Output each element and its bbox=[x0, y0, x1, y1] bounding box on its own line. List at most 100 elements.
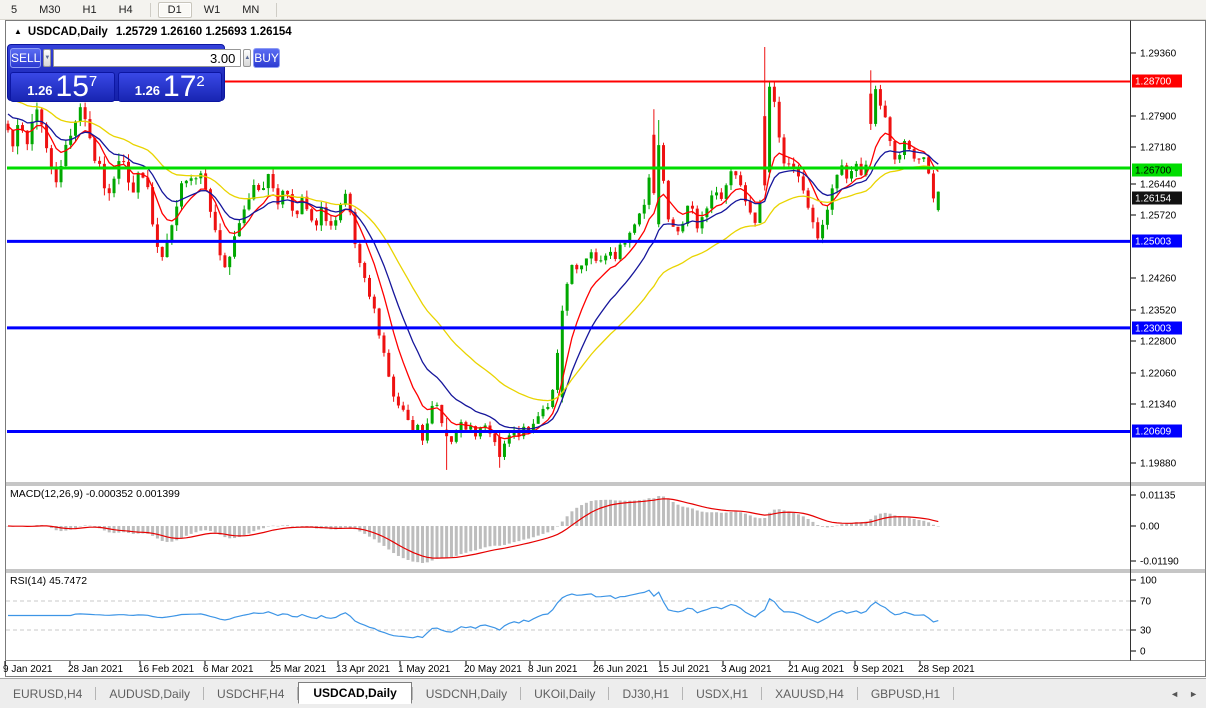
toolbar-separator bbox=[276, 2, 278, 17]
price-tick-label: 1.25720 bbox=[1140, 211, 1177, 222]
macd-histogram-bar bbox=[666, 499, 670, 526]
candle-up bbox=[936, 191, 940, 211]
price-badge-label: 1.26154 bbox=[1135, 194, 1172, 205]
tab-scroll-left-icon[interactable]: ◄ bbox=[1170, 689, 1179, 699]
candle-down bbox=[869, 93, 873, 124]
buy-quote[interactable]: 1.26 17 2 bbox=[117, 72, 222, 102]
price-badge-label: 1.25003 bbox=[1135, 237, 1172, 248]
candle-down bbox=[83, 107, 87, 120]
date-label: 26 Jun 2021 bbox=[593, 664, 648, 675]
candle-down bbox=[213, 211, 217, 231]
tab-scroll-right-icon[interactable]: ► bbox=[1189, 689, 1198, 699]
rsi-scale-label: 100 bbox=[1140, 576, 1157, 587]
macd-histogram-bar bbox=[454, 526, 458, 556]
candle-down bbox=[406, 409, 410, 421]
price-tick-label: 1.27900 bbox=[1140, 112, 1177, 123]
macd-histogram-bar bbox=[594, 500, 598, 526]
date-label: 6 Mar 2021 bbox=[203, 664, 254, 675]
candle-down bbox=[662, 145, 666, 181]
candle-up bbox=[73, 121, 77, 136]
chart-tab-usdchf-h4[interactable]: USDCHF,H4 bbox=[204, 684, 297, 704]
candle-down bbox=[883, 105, 887, 118]
macd-histogram-bar bbox=[758, 518, 762, 526]
sell-quote[interactable]: 1.26 15 7 bbox=[10, 72, 115, 102]
chart-tab-audusd-daily[interactable]: AUDUSD,Daily bbox=[96, 684, 203, 704]
candle-down bbox=[816, 222, 820, 239]
candle-up bbox=[642, 204, 646, 214]
macd-histogram-bar bbox=[531, 526, 535, 538]
macd-histogram-bar bbox=[416, 526, 420, 563]
price-tick-label: 1.27180 bbox=[1140, 143, 1177, 154]
macd-histogram-bar bbox=[555, 526, 559, 527]
macd-histogram-bar bbox=[825, 526, 829, 528]
macd-histogram-bar bbox=[816, 525, 820, 526]
macd-histogram-bar bbox=[502, 526, 506, 545]
chart-tab-ukoil-daily[interactable]: UKOil,Daily bbox=[521, 684, 608, 704]
chart-tab-dj30-h1[interactable]: DJ30,H1 bbox=[609, 684, 682, 704]
candle-down bbox=[777, 101, 781, 138]
candle-up bbox=[657, 145, 661, 225]
date-label: 16 Feb 2021 bbox=[138, 664, 195, 675]
macd-histogram-bar bbox=[343, 526, 347, 528]
date-label: 9 Jan 2021 bbox=[3, 664, 53, 675]
chart-window-frame bbox=[5, 20, 1206, 677]
chart-tab-usdcnh-daily[interactable]: USDCNH,Daily bbox=[413, 684, 520, 704]
timeframe-button-d1[interactable]: D1 bbox=[157, 1, 192, 18]
macd-histogram-bar bbox=[743, 513, 747, 526]
macd-histogram-bar bbox=[281, 525, 285, 526]
timeframe-button-w1[interactable]: W1 bbox=[194, 2, 231, 18]
date-label: 3 Aug 2021 bbox=[721, 664, 772, 675]
timeframe-button-h1[interactable]: H1 bbox=[73, 2, 107, 18]
candle-down bbox=[93, 138, 97, 161]
chart-tab-usdx-h1[interactable]: USDX,H1 bbox=[683, 684, 761, 704]
macd-histogram-bar bbox=[748, 515, 752, 526]
chart-tab-xauusd-h4[interactable]: XAUUSD,H4 bbox=[762, 684, 857, 704]
macd-histogram-bar bbox=[483, 526, 487, 548]
macd-histogram-bar bbox=[73, 526, 77, 529]
candle-up bbox=[623, 242, 627, 245]
rsi-scale-label: 0 bbox=[1140, 647, 1146, 658]
chart-tab-usdcad-daily[interactable]: USDCAD,Daily bbox=[298, 681, 412, 704]
macd-histogram-bar bbox=[686, 507, 690, 526]
macd-histogram-bar bbox=[223, 526, 227, 538]
macd-histogram-bar bbox=[922, 520, 926, 526]
macd-histogram-bar bbox=[604, 499, 608, 526]
macd-histogram-bar bbox=[642, 499, 646, 526]
macd-histogram-bar bbox=[734, 511, 738, 526]
candle-down bbox=[314, 220, 318, 226]
candle-down bbox=[372, 296, 376, 309]
price-badge-label: 1.20609 bbox=[1135, 427, 1172, 438]
macd-histogram-bar bbox=[840, 524, 844, 526]
volume-increase-button[interactable]: ▲ bbox=[243, 49, 252, 67]
candle-down bbox=[888, 117, 892, 142]
candle-down bbox=[127, 161, 130, 183]
volume-input[interactable] bbox=[53, 49, 242, 67]
macd-histogram-bar bbox=[213, 526, 217, 533]
macd-histogram-bar bbox=[406, 526, 410, 561]
chart-tab-gbpusd-h1[interactable]: GBPUSD,H1 bbox=[858, 684, 953, 704]
date-label: 15 Jul 2021 bbox=[658, 664, 710, 675]
candle-down bbox=[498, 437, 502, 457]
chart-canvas[interactable]: 1.29360 1.27900 1.27180 1.26440 1.25720 1.242… bbox=[0, 0, 1206, 707]
macd-histogram-bar bbox=[907, 517, 911, 526]
macd-histogram-bar bbox=[199, 526, 203, 531]
macd-histogram-bar bbox=[888, 513, 892, 526]
date-label: 8 Jun 2021 bbox=[528, 664, 578, 675]
candle-up bbox=[633, 224, 637, 233]
timeframe-button-5[interactable]: 5 bbox=[1, 2, 27, 18]
macd-histogram-bar bbox=[724, 512, 728, 526]
timeframe-button-h4[interactable]: H4 bbox=[109, 2, 143, 18]
macd-histogram-bar bbox=[676, 504, 680, 526]
volume-decrease-button[interactable]: ▼ bbox=[43, 49, 52, 67]
buy-button[interactable]: BUY bbox=[253, 48, 280, 68]
candle-up bbox=[502, 443, 506, 457]
candle-down bbox=[98, 160, 102, 164]
macd-histogram-bar bbox=[777, 509, 781, 526]
timeframe-button-mn[interactable]: MN bbox=[232, 2, 269, 18]
candle-up bbox=[261, 188, 265, 191]
timeframe-button-m30[interactable]: M30 bbox=[29, 2, 70, 18]
chart-tab-eurusd-h4[interactable]: EURUSD,H4 bbox=[0, 684, 95, 704]
sell-button[interactable]: SELL bbox=[10, 48, 42, 68]
candle-down bbox=[811, 207, 815, 223]
price-tick-label: 1.22800 bbox=[1140, 337, 1177, 348]
